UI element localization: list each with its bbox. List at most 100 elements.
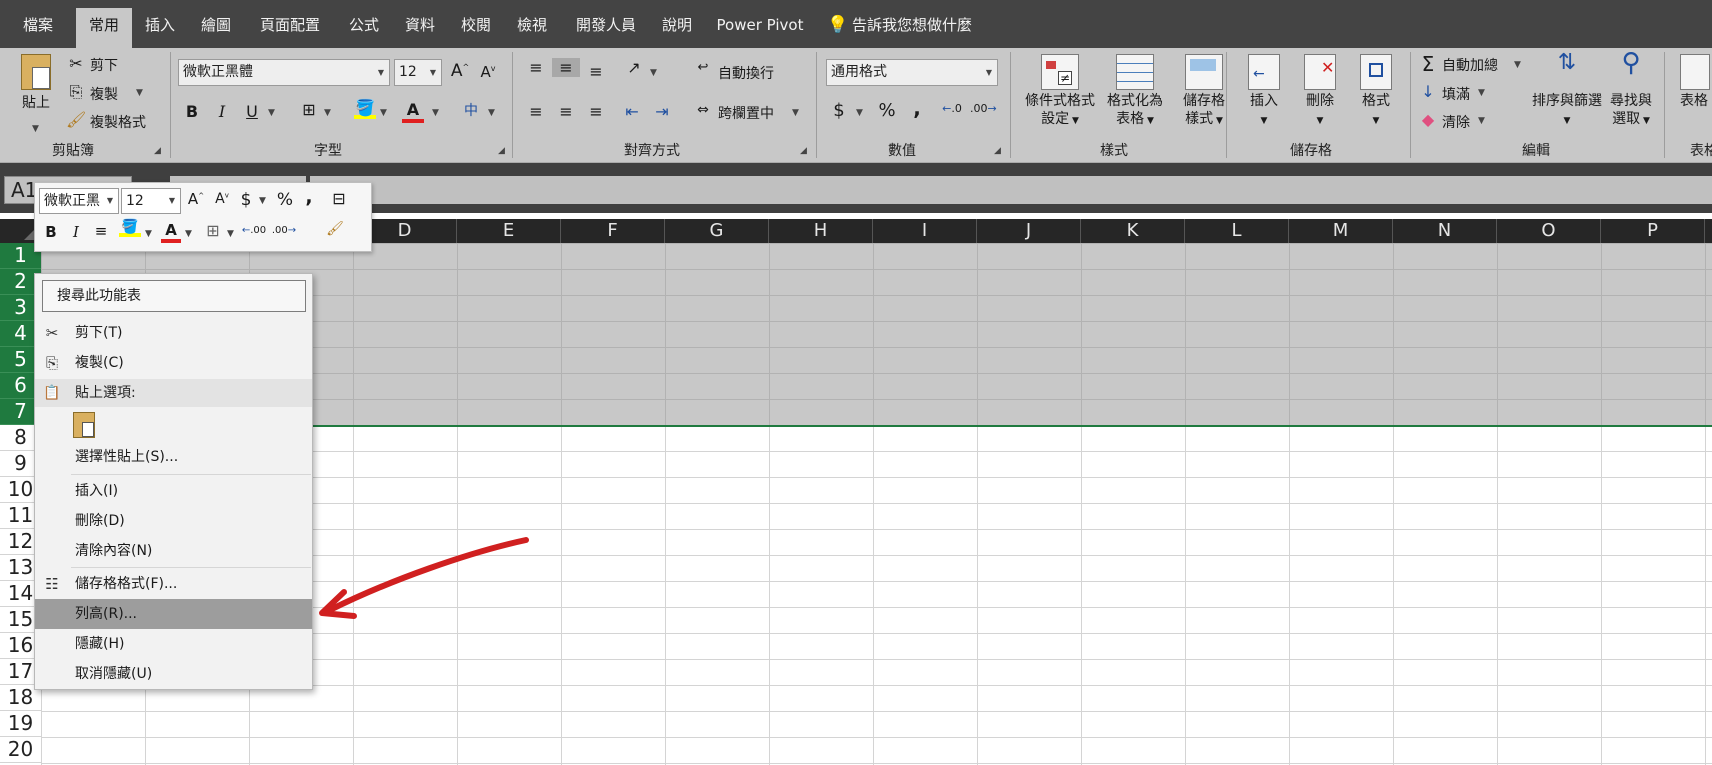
bold-button[interactable]: B bbox=[182, 102, 202, 121]
column-header-i[interactable]: I bbox=[873, 219, 977, 243]
decrease-decimal-button[interactable]: .00→ bbox=[271, 225, 297, 236]
mini-size-combo[interactable]: 12 ▼ bbox=[121, 188, 181, 214]
merge-cells-icon[interactable]: ⊟ bbox=[327, 189, 351, 208]
menu-item-row-height[interactable]: 列高(R)... bbox=[35, 599, 312, 629]
number-format-combo[interactable]: 通用格式 ▼ bbox=[826, 59, 998, 86]
italic-button[interactable]: I bbox=[212, 102, 232, 121]
column-header-n[interactable]: N bbox=[1393, 219, 1497, 243]
column-header-k[interactable]: K bbox=[1081, 219, 1185, 243]
delete-cells-button[interactable]: ✕ 刪除 ▼ bbox=[1292, 54, 1348, 130]
table-extra-button[interactable]: 表格 bbox=[1680, 54, 1712, 110]
fill-color-icon[interactable]: 🪣 bbox=[354, 98, 376, 119]
chevron-down-icon[interactable]: ▼ bbox=[1478, 88, 1485, 98]
orientation-icon[interactable]: ↗ bbox=[622, 58, 646, 77]
paste-dropdown-icon[interactable]: ▼ bbox=[32, 124, 39, 134]
tab-review[interactable]: 校閱 bbox=[448, 8, 504, 48]
border-icon[interactable]: ⊞ bbox=[298, 100, 320, 119]
comma-style-button[interactable]: , bbox=[910, 96, 924, 120]
lightbulb-icon[interactable]: 💡 bbox=[826, 8, 850, 48]
dialog-launcher-icon[interactable]: ◢ bbox=[800, 146, 807, 156]
tab-developer[interactable]: 開發人員 bbox=[560, 8, 652, 48]
chevron-down-icon[interactable]: ▼ bbox=[259, 196, 266, 206]
chevron-down-icon[interactable]: ▼ bbox=[185, 229, 192, 239]
tab-insert[interactable]: 插入 bbox=[132, 8, 188, 48]
tab-help[interactable]: 說明 bbox=[652, 8, 702, 48]
align-bottom-icon[interactable]: ≡ bbox=[584, 62, 608, 81]
chevron-down-icon[interactable]: ▼ bbox=[1514, 60, 1521, 70]
menu-item-hide[interactable]: 隱藏(H) bbox=[35, 629, 312, 659]
menu-item-format-cells[interactable]: ☷ 儲存格格式(F)... bbox=[35, 569, 312, 599]
chevron-down-icon[interactable]: ▼ bbox=[432, 108, 439, 118]
decrease-decimal-button[interactable]: .00→ bbox=[970, 102, 997, 115]
grow-font-icon[interactable]: A^ bbox=[187, 190, 205, 208]
column-header-e[interactable]: E bbox=[457, 219, 561, 243]
column-header-f[interactable]: F bbox=[561, 219, 665, 243]
column-header-m[interactable]: M bbox=[1289, 219, 1393, 243]
find-select-button[interactable]: ⚲ 尋找與 選取 ▼ bbox=[1604, 50, 1658, 130]
chevron-down-icon[interactable]: ▼ bbox=[145, 229, 152, 239]
tab-page-layout[interactable]: 頁面配置 bbox=[244, 8, 336, 48]
wrap-text-icon[interactable]: ↩ bbox=[692, 60, 714, 75]
column-header-h[interactable]: H bbox=[769, 219, 873, 243]
percent-button[interactable]: % bbox=[275, 190, 295, 210]
chevron-down-icon[interactable]: ▼ bbox=[650, 68, 657, 78]
increase-decimal-button[interactable]: ←.0 bbox=[940, 102, 964, 115]
chevron-down-icon[interactable]: ▼ bbox=[268, 108, 275, 118]
increase-decimal-button[interactable]: ←.00 bbox=[241, 225, 267, 236]
tell-me-search[interactable]: 告訴我您想做什麼 bbox=[852, 8, 1002, 48]
tab-power-pivot[interactable]: Power Pivot bbox=[706, 8, 814, 48]
format-painter-button[interactable]: 複製格式 bbox=[90, 112, 146, 132]
grow-font-icon[interactable]: A^ bbox=[450, 61, 470, 81]
cut-button[interactable]: 剪下 bbox=[90, 55, 118, 75]
row-header-20[interactable]: 20 bbox=[0, 737, 41, 763]
menu-item-insert[interactable]: 插入(I) bbox=[35, 476, 312, 506]
chevron-down-icon[interactable]: ▼ bbox=[488, 108, 495, 118]
clear-button[interactable]: 清除 bbox=[1442, 112, 1470, 132]
italic-button[interactable]: I bbox=[69, 223, 83, 241]
format-painter-icon[interactable]: 🖌 bbox=[325, 221, 345, 237]
currency-button[interactable]: $ bbox=[239, 190, 253, 210]
percent-button[interactable]: % bbox=[876, 100, 898, 121]
copy-dropdown-icon[interactable]: ▼ bbox=[136, 88, 143, 98]
row-header-19[interactable]: 19 bbox=[0, 711, 41, 737]
font-size-combo[interactable]: 12 ▼ bbox=[394, 59, 442, 86]
align-right-icon[interactable]: ≡ bbox=[584, 102, 608, 121]
menu-item-paste-special[interactable]: 選擇性貼上(S)... bbox=[35, 442, 312, 472]
format-cells-button[interactable]: 格式 ▼ bbox=[1348, 54, 1404, 130]
align-top-icon[interactable]: ≡ bbox=[524, 58, 548, 77]
formula-input[interactable] bbox=[310, 176, 1712, 204]
column-header-l[interactable]: L bbox=[1185, 219, 1289, 243]
conditional-formatting-button[interactable]: ≠ 條件式格式 設定 ▼ bbox=[1020, 54, 1100, 130]
chevron-down-icon[interactable]: ▼ bbox=[380, 108, 387, 118]
shrink-font-icon[interactable]: Av bbox=[213, 191, 231, 207]
phonetic-guide-icon[interactable]: 中 bbox=[458, 100, 484, 120]
format-as-table-button[interactable]: 格式化為 表格 ▼ bbox=[1100, 54, 1170, 130]
autosum-button[interactable]: 自動加總 bbox=[1442, 55, 1498, 75]
tab-draw[interactable]: 繪圖 bbox=[188, 8, 244, 48]
shrink-font-icon[interactable]: Av bbox=[478, 63, 498, 81]
paste-button[interactable]: 貼上 bbox=[14, 54, 58, 112]
menu-search-box[interactable]: 搜尋此功能表 bbox=[42, 280, 306, 312]
mini-font-combo[interactable]: 微軟正黑 ▼ bbox=[39, 188, 119, 214]
chevron-down-icon[interactable]: ▼ bbox=[324, 108, 331, 118]
center-align-icon[interactable]: ≡ bbox=[91, 222, 111, 240]
comma-style-button[interactable]: , bbox=[303, 186, 315, 208]
sort-filter-button[interactable]: ⇅ 排序與篩選 ▼ bbox=[1530, 52, 1604, 130]
tab-data[interactable]: 資料 bbox=[392, 8, 448, 48]
dialog-launcher-icon[interactable]: ◢ bbox=[154, 146, 161, 156]
align-left-icon[interactable]: ≡ bbox=[524, 102, 548, 121]
tab-formulas[interactable]: 公式 bbox=[336, 8, 392, 48]
tab-file[interactable]: 檔案 bbox=[0, 8, 76, 48]
decrease-indent-icon[interactable]: ⇤ bbox=[620, 102, 644, 121]
border-icon[interactable]: ⊞ bbox=[203, 221, 223, 240]
menu-item-clear-contents[interactable]: 清除內容(N) bbox=[35, 536, 312, 566]
fill-color-icon[interactable]: 🪣 bbox=[119, 219, 141, 237]
paste-icon[interactable] bbox=[73, 412, 95, 438]
column-header-g[interactable]: G bbox=[665, 219, 769, 243]
wrap-text-button[interactable]: 自動換行 bbox=[718, 63, 774, 83]
column-header-j[interactable]: J bbox=[977, 219, 1081, 243]
align-center-icon[interactable]: ≡ bbox=[554, 102, 578, 121]
font-color-icon[interactable]: A bbox=[161, 221, 181, 243]
column-header-p[interactable]: P bbox=[1601, 219, 1705, 243]
chevron-down-icon[interactable]: ▼ bbox=[856, 108, 863, 118]
